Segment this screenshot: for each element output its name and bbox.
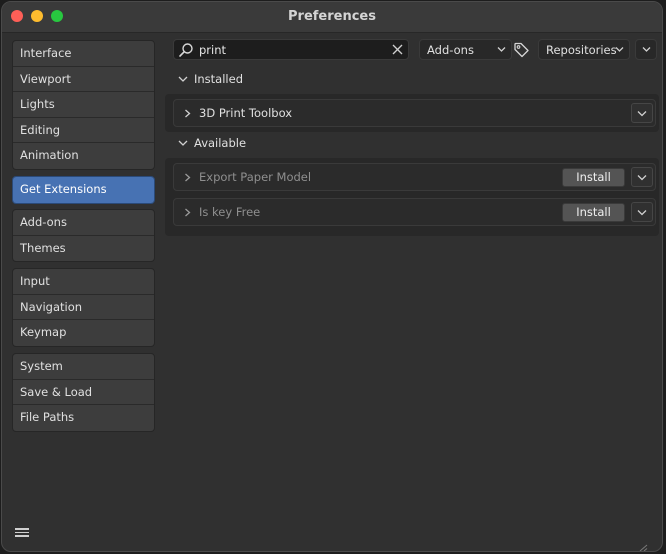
extension-name: Is key Free [199, 205, 261, 219]
search-icon [179, 43, 193, 57]
install-button[interactable]: Install [562, 168, 625, 187]
sidebar-group-display: Interface Viewport Lights Editing Animat… [12, 40, 155, 170]
sidebar-item-lights[interactable]: Lights [13, 92, 154, 118]
type-filter-dropdown[interactable]: Add-ons [419, 39, 512, 60]
sidebar-item-themes[interactable]: Themes [13, 236, 154, 262]
hamburger-menu-icon[interactable] [14, 526, 30, 540]
search-input[interactable]: print [199, 43, 226, 57]
install-button[interactable]: Install [562, 203, 625, 222]
available-extension-row[interactable]: Export Paper Model Install [173, 163, 656, 191]
sidebar-item-save-load[interactable]: Save & Load [13, 380, 154, 405]
sidebar-item-keymap[interactable]: Keymap [13, 320, 154, 346]
sidebar-item-interface[interactable]: Interface [13, 41, 154, 67]
preferences-window: Preferences Interface Viewport Lights Ed… [1, 1, 663, 552]
sidebar-item-viewport[interactable]: Viewport [13, 67, 154, 92]
sidebar-group-extensions: Get Extensions [12, 176, 155, 204]
installed-extension-row[interactable]: 3D Print Toolbox [173, 99, 656, 127]
sidebar-item-file-paths[interactable]: File Paths [13, 405, 154, 431]
extension-name: 3D Print Toolbox [199, 106, 293, 120]
extension-menu-button[interactable] [631, 202, 653, 222]
chevron-down-icon [615, 47, 624, 52]
repositories-label: Repositories [546, 43, 617, 57]
chevron-right-icon[interactable] [184, 173, 191, 182]
sidebar-group-system: System Save & Load File Paths [12, 353, 155, 432]
sidebar-item-get-extensions[interactable]: Get Extensions [13, 177, 154, 203]
chevron-down-icon [637, 210, 647, 216]
sidebar-item-navigation[interactable]: Navigation [13, 295, 154, 320]
sidebar-item-editing[interactable]: Editing [13, 118, 154, 143]
chevron-down-icon [637, 175, 647, 181]
chevron-down-icon [637, 111, 647, 117]
chevron-down-icon [178, 76, 188, 82]
sidebar-item-animation[interactable]: Animation [13, 143, 154, 169]
resize-grip-icon[interactable] [638, 544, 648, 552]
chevron-down-icon [178, 140, 188, 146]
chevron-down-icon [497, 47, 506, 52]
available-section-label: Available [194, 136, 247, 150]
chevron-down-icon [642, 47, 651, 52]
repositories-dropdown[interactable]: Repositories [538, 39, 630, 60]
extension-menu-button[interactable] [631, 167, 653, 187]
extension-menu-button[interactable] [631, 103, 653, 123]
type-filter-label: Add-ons [427, 43, 474, 57]
installed-section-label: Installed [194, 72, 243, 86]
sidebar-item-add-ons[interactable]: Add-ons [13, 210, 154, 236]
chevron-right-icon[interactable] [184, 109, 191, 118]
window-title: Preferences [288, 9, 376, 24]
chevron-right-icon[interactable] [184, 208, 191, 217]
title-bar: Preferences [2, 2, 662, 33]
sidebar-group-input: Input Navigation Keymap [12, 268, 155, 347]
search-field[interactable]: print [173, 39, 409, 60]
sidebar-item-input[interactable]: Input [13, 269, 154, 295]
sidebar-item-system[interactable]: System [13, 354, 154, 380]
extension-name: Export Paper Model [199, 170, 312, 184]
options-menu-button[interactable] [635, 39, 657, 60]
sidebar-group-addons: Add-ons Themes [12, 209, 155, 262]
clear-icon[interactable] [391, 43, 404, 56]
tag-icon[interactable] [513, 41, 530, 58]
available-extension-row[interactable]: Is key Free Install [173, 198, 656, 226]
